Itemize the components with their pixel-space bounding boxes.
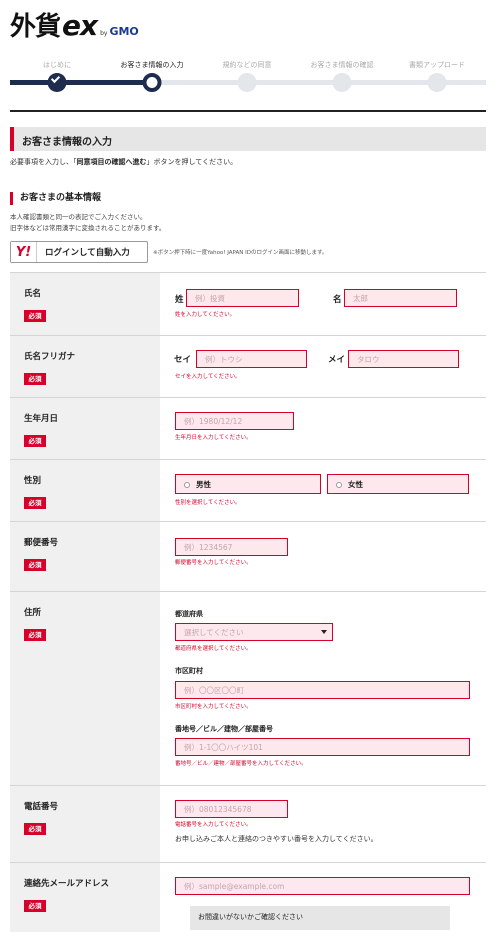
row-phone: 電話番号 必須 例）08012345678 電話番号を入力してください。 お申し… xyxy=(10,785,486,862)
step-label-1: はじめに xyxy=(43,61,71,69)
required-badge: 必須 xyxy=(24,310,46,322)
city-error: 市区町村を入力してください。 xyxy=(175,704,252,710)
phone-error: 電話番号を入力してください。 xyxy=(175,822,252,828)
zip-input[interactable]: 例）1234567 xyxy=(175,538,288,556)
step-label-5: 書類アップロード xyxy=(409,61,465,69)
zip-label: 郵便番号 xyxy=(24,538,59,548)
birth-error: 生年月日を入力してください。 xyxy=(175,435,252,441)
step-label-4: お客さま情報の確認 xyxy=(310,61,374,69)
row-zip: 郵便番号 必須 例）1234567 郵便番号を入力してください。 xyxy=(10,521,486,591)
city-label: 市区町村 xyxy=(175,667,203,675)
progress-track-done xyxy=(10,80,152,85)
row-address: 住所 必須 都道府県 選択してください 都道府県を選択してください。 市区町村 … xyxy=(10,591,486,785)
yahoo-note: ※ボタン押下時に一度Yahoo! JAPAN IDのログイン画面に移動します。 xyxy=(153,250,328,256)
sei-label: 姓 xyxy=(175,295,184,305)
mei-kana-label: メイ xyxy=(328,355,346,365)
email-confirm-note: お間違いがないかご確認ください xyxy=(190,906,450,930)
gender-male-radio[interactable]: 男性 xyxy=(175,474,321,494)
row-label-cell: 郵便番号 必須 xyxy=(10,522,160,591)
female-label: 女性 xyxy=(348,480,363,489)
row-label-cell: 電話番号 必須 xyxy=(10,786,160,862)
row-label-cell: 連絡先メールアドレス 必須 xyxy=(10,863,160,932)
phone-hint: お申し込みご本人と連絡のつきやすい番号を入力してください。 xyxy=(175,835,378,843)
row-label-cell: 性別 必須 xyxy=(10,460,160,521)
basic-note-2: 旧字体などは常用漢字に変換されることがあります。 xyxy=(10,224,166,232)
birth-input[interactable]: 例）1980/12/12 xyxy=(175,412,294,430)
row-label-cell: 氏名フリガナ 必須 xyxy=(10,336,160,397)
intro-bold: 同意項目の確認へ進む xyxy=(76,158,147,166)
zip-error: 郵便番号を入力してください。 xyxy=(175,560,252,566)
yahoo-autofill-button[interactable]: Y! ログインして自動入力 xyxy=(10,241,148,263)
sei-input[interactable]: 例）投資 xyxy=(186,289,299,307)
mei-input[interactable]: 太郎 xyxy=(344,289,457,307)
step-dot-5 xyxy=(427,73,447,92)
phone-input[interactable]: 例）08012345678 xyxy=(175,800,288,818)
row-birth: 生年月日 必須 例）1980/12/12 生年月日を入力してください。 xyxy=(10,397,486,459)
pref-value: 選択してください xyxy=(184,628,244,637)
required-badge: 必須 xyxy=(24,629,46,641)
yahoo-icon: Y! xyxy=(11,242,37,262)
step-dot-1 xyxy=(47,73,67,92)
pref-error: 都道府県を選択してください。 xyxy=(175,646,252,652)
mei-kana-input[interactable]: タロウ xyxy=(348,350,459,368)
email-label: 連絡先メールアドレス xyxy=(24,879,110,889)
intro-text: 必要事項を入力し、「 xyxy=(10,158,77,166)
required-badge: 必須 xyxy=(24,373,46,385)
logo: 外貨 ex by GMO xyxy=(10,6,139,42)
basic-info-title: お客さまの基本情報 xyxy=(10,192,101,205)
male-label: 男性 xyxy=(196,480,211,489)
step-dot-2 xyxy=(142,73,162,92)
email-input[interactable]: 例）sample@example.com xyxy=(175,877,470,895)
phone-label: 電話番号 xyxy=(24,802,59,812)
logo-by: by xyxy=(100,30,108,37)
step-dot-3 xyxy=(237,73,257,92)
logo-main: 外貨 xyxy=(10,12,61,42)
sei-kana-label: セイ xyxy=(174,355,192,365)
mei-label: 名 xyxy=(333,295,342,305)
row-gender: 性別 必須 男性 女性 性別を選択してください。 xyxy=(10,459,486,521)
required-badge: 必須 xyxy=(24,435,46,447)
city-input[interactable]: 例）〇〇区〇〇町 xyxy=(175,681,470,699)
sei-kana-error: セイを入力してください。 xyxy=(175,374,241,380)
name-label: 氏名 xyxy=(24,289,42,299)
logo-ex: ex xyxy=(62,9,98,42)
required-badge: 必須 xyxy=(24,823,46,835)
required-badge: 必須 xyxy=(24,559,46,571)
street-label: 番地号／ビル／建物／部屋番号 xyxy=(175,725,273,733)
address-label: 住所 xyxy=(24,608,42,618)
section-intro: 必要事項を入力し、「同意項目の確認へ進む」ボタンを押してください。 xyxy=(10,157,237,167)
step-label-2: お客さま情報の入力 xyxy=(120,61,184,69)
divider xyxy=(10,110,486,112)
section-title: お客さま情報の入力 xyxy=(10,127,486,151)
logo-gmo: GMO xyxy=(109,25,139,38)
street-input[interactable]: 例）1-1〇〇ハイツ101 xyxy=(175,738,470,756)
gender-female-radio[interactable]: 女性 xyxy=(327,474,469,494)
row-label-cell: 氏名 必須 xyxy=(10,273,160,335)
check-icon xyxy=(50,73,61,84)
required-badge: 必須 xyxy=(24,900,46,912)
row-label-cell: 生年月日 必須 xyxy=(10,398,160,459)
gender-error: 性別を選択してください。 xyxy=(175,500,241,506)
required-badge: 必須 xyxy=(24,497,46,509)
gender-label: 性別 xyxy=(24,476,42,486)
street-error: 番地号／ビル／建物／部屋番号を入力してください。 xyxy=(175,761,307,767)
chevron-down-icon xyxy=(321,630,327,634)
step-label-3: 規約などの同意 xyxy=(222,61,272,69)
basic-note-1: 本人確認書類と同一の表記でご入力ください。 xyxy=(10,213,147,221)
yahoo-button-label: ログインして自動入力 xyxy=(45,248,130,258)
pref-select[interactable]: 選択してください xyxy=(175,623,333,641)
row-label-cell: 住所 必須 xyxy=(10,592,160,785)
radio-circle-icon xyxy=(336,482,342,488)
pref-label: 都道府県 xyxy=(175,610,203,618)
row-kana: 氏名フリガナ 必須 セイ 例）トウシ セイを入力してください。 メイ タロウ xyxy=(10,335,486,397)
radio-circle-icon xyxy=(184,482,190,488)
sei-kana-input[interactable]: 例）トウシ xyxy=(196,350,307,368)
step-dot-4 xyxy=(332,73,352,92)
kana-label: 氏名フリガナ xyxy=(24,352,76,362)
intro-text-end: 」ボタンを押してください。 xyxy=(146,158,238,166)
row-name: 氏名 必須 姓 例）投資 姓を入力してください。 名 太郎 xyxy=(10,272,486,335)
sei-error: 姓を入力してください。 xyxy=(175,312,236,318)
birth-label: 生年月日 xyxy=(24,414,59,424)
